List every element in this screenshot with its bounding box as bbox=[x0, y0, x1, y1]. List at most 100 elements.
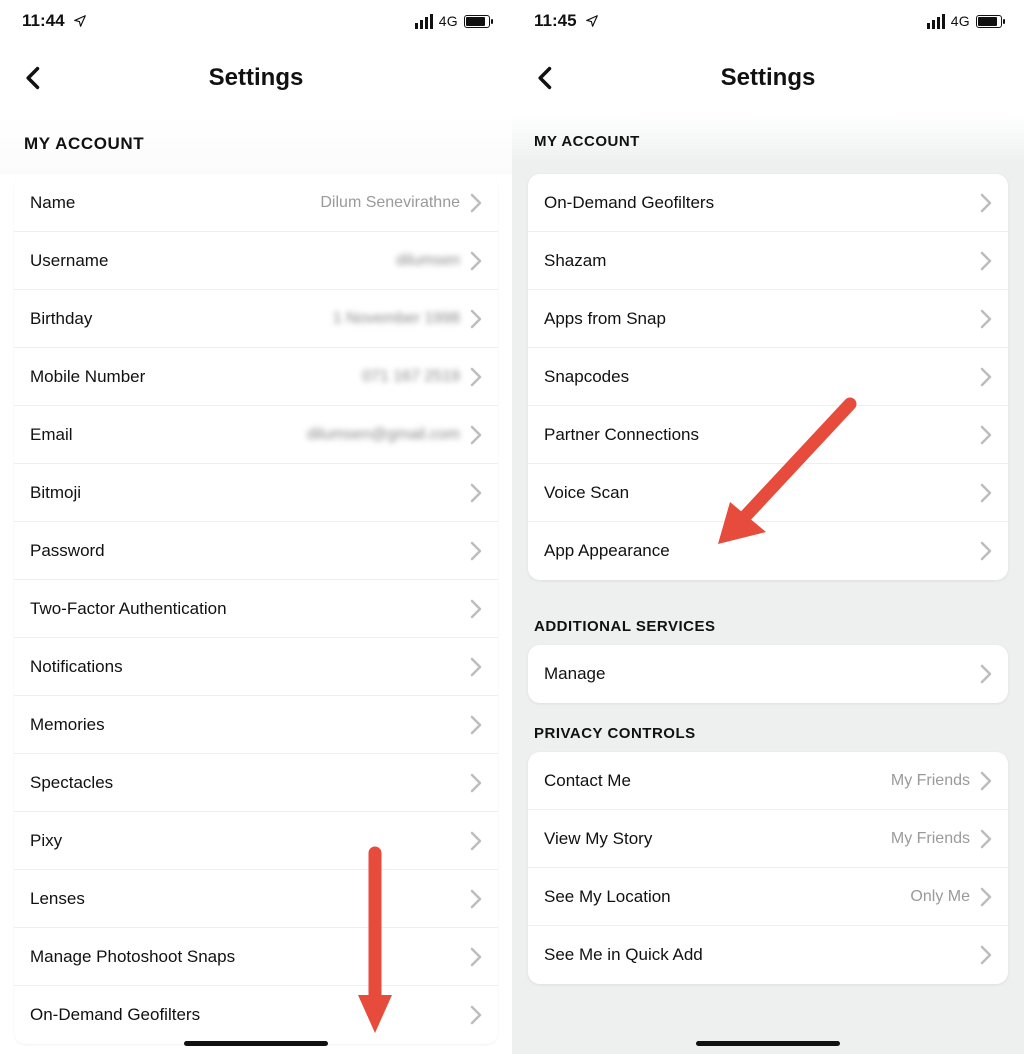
chevron-right-icon bbox=[470, 1005, 482, 1025]
screenshot-right: 11:45 4G Settings MY ACCOUNT On-Demand G… bbox=[512, 0, 1024, 1054]
settings-list: NameDilum SenevirathneUsernamedilumsenBi… bbox=[14, 174, 498, 1044]
settings-row-manage[interactable]: Manage bbox=[528, 645, 1008, 703]
chevron-right-icon bbox=[470, 541, 482, 561]
chevron-right-icon bbox=[980, 251, 992, 271]
battery-icon bbox=[976, 15, 1002, 28]
row-label: Birthday bbox=[30, 309, 92, 329]
signal-strength-icon bbox=[927, 14, 945, 29]
settings-row-spectacles[interactable]: Spectacles bbox=[14, 754, 498, 812]
location-icon bbox=[585, 14, 599, 28]
row-label: Lenses bbox=[30, 889, 85, 909]
row-label: Partner Connections bbox=[544, 425, 699, 445]
settings-row-manage-photoshoot-snaps[interactable]: Manage Photoshoot Snaps bbox=[14, 928, 498, 986]
chevron-right-icon bbox=[470, 425, 482, 445]
settings-row-voice-scan[interactable]: Voice Scan bbox=[528, 464, 1008, 522]
row-label: Notifications bbox=[30, 657, 123, 677]
chevron-right-icon bbox=[980, 945, 992, 965]
settings-row-password[interactable]: Password bbox=[14, 522, 498, 580]
location-icon bbox=[73, 14, 87, 28]
battery-icon bbox=[464, 15, 490, 28]
chevron-right-icon bbox=[470, 947, 482, 967]
row-label: View My Story bbox=[544, 829, 652, 849]
settings-row-apps-from-snap[interactable]: Apps from Snap bbox=[528, 290, 1008, 348]
settings-row-shazam[interactable]: Shazam bbox=[528, 232, 1008, 290]
settings-row-see-me-in-quick-add[interactable]: See Me in Quick Add bbox=[528, 926, 1008, 984]
row-label: On-Demand Geofilters bbox=[30, 1005, 200, 1025]
row-label: Bitmoji bbox=[30, 483, 81, 503]
back-button[interactable] bbox=[532, 64, 560, 92]
row-value: 1 November 1998 bbox=[333, 310, 460, 328]
settings-row-bitmoji[interactable]: Bitmoji bbox=[14, 464, 498, 522]
row-label: Memories bbox=[30, 715, 105, 735]
chevron-right-icon bbox=[980, 309, 992, 329]
chevron-right-icon bbox=[980, 887, 992, 907]
row-label: Password bbox=[30, 541, 105, 561]
row-value: 071 167 2519 bbox=[362, 368, 460, 386]
row-label: Pixy bbox=[30, 831, 62, 851]
chevron-right-icon bbox=[980, 367, 992, 387]
settings-row-app-appearance[interactable]: App Appearance bbox=[528, 522, 1008, 580]
row-value: dilumsen bbox=[396, 252, 460, 270]
row-label: Manage Photoshoot Snaps bbox=[30, 947, 235, 967]
row-label: Manage bbox=[544, 664, 605, 684]
settings-row-see-my-location[interactable]: See My LocationOnly Me bbox=[528, 868, 1008, 926]
row-label: See My Location bbox=[544, 887, 671, 907]
settings-row-notifications[interactable]: Notifications bbox=[14, 638, 498, 696]
row-label: Mobile Number bbox=[30, 367, 145, 387]
row-value: My Friends bbox=[891, 772, 970, 790]
home-indicator bbox=[696, 1041, 840, 1046]
row-label: Name bbox=[30, 193, 75, 213]
chevron-right-icon bbox=[470, 831, 482, 851]
settings-row-partner-connections[interactable]: Partner Connections bbox=[528, 406, 1008, 464]
network-label: 4G bbox=[951, 13, 970, 29]
row-label: Voice Scan bbox=[544, 483, 629, 503]
row-label: Email bbox=[30, 425, 73, 445]
status-bar: 11:45 4G bbox=[512, 0, 1024, 42]
settings-row-contact-me[interactable]: Contact MeMy Friends bbox=[528, 752, 1008, 810]
chevron-right-icon bbox=[470, 657, 482, 677]
screenshot-left: 11:44 4G Settings MY ACCOUNT NameDilum S… bbox=[0, 0, 512, 1054]
row-label: Two-Factor Authentication bbox=[30, 599, 227, 619]
settings-row-birthday[interactable]: Birthday 1 November 1998 bbox=[14, 290, 498, 348]
settings-list-account: On-Demand Geofilters Shazam Apps from Snap… bbox=[528, 174, 1008, 580]
settings-row-pixy[interactable]: Pixy bbox=[14, 812, 498, 870]
settings-row-username[interactable]: Usernamedilumsen bbox=[14, 232, 498, 290]
page-title: Settings bbox=[721, 64, 816, 92]
settings-row-on-demand-geofilters[interactable]: On-Demand Geofilters bbox=[528, 174, 1008, 232]
section-header-privacy: PRIVACY CONTROLS bbox=[512, 703, 1024, 752]
settings-row-memories[interactable]: Memories bbox=[14, 696, 498, 754]
network-label: 4G bbox=[439, 13, 458, 29]
chevron-right-icon bbox=[980, 193, 992, 213]
chevron-right-icon bbox=[980, 483, 992, 503]
row-label: App Appearance bbox=[544, 541, 670, 561]
row-value: dilumsen@gmail.com bbox=[307, 426, 460, 444]
row-value: My Friends bbox=[891, 830, 970, 848]
chevron-right-icon bbox=[470, 889, 482, 909]
back-button[interactable] bbox=[20, 64, 48, 92]
settings-row-mobile-number[interactable]: Mobile Number 071 167 2519 bbox=[14, 348, 498, 406]
settings-row-on-demand-geofilters[interactable]: On-Demand Geofilters bbox=[14, 986, 498, 1044]
row-label: Snapcodes bbox=[544, 367, 629, 387]
nav-bar: Settings bbox=[0, 42, 512, 114]
status-bar: 11:44 4G bbox=[0, 0, 512, 42]
row-label: On-Demand Geofilters bbox=[544, 193, 714, 213]
settings-row-snapcodes[interactable]: Snapcodes bbox=[528, 348, 1008, 406]
section-header-my-account: MY ACCOUNT bbox=[0, 114, 512, 174]
row-label: Apps from Snap bbox=[544, 309, 666, 329]
chevron-right-icon bbox=[470, 599, 482, 619]
chevron-right-icon bbox=[980, 425, 992, 445]
chevron-right-icon bbox=[470, 483, 482, 503]
chevron-right-icon bbox=[980, 664, 992, 684]
chevron-right-icon bbox=[980, 829, 992, 849]
settings-row-two-factor-authentication[interactable]: Two-Factor Authentication bbox=[14, 580, 498, 638]
row-label: Spectacles bbox=[30, 773, 113, 793]
page-title: Settings bbox=[209, 64, 304, 92]
settings-row-view-my-story[interactable]: View My Story My Friends bbox=[528, 810, 1008, 868]
chevron-right-icon bbox=[470, 251, 482, 271]
chevron-right-icon bbox=[470, 773, 482, 793]
settings-row-email[interactable]: Email dilumsen@gmail.com bbox=[14, 406, 498, 464]
settings-row-name[interactable]: NameDilum Senevirathne bbox=[14, 174, 498, 232]
settings-row-lenses[interactable]: Lenses bbox=[14, 870, 498, 928]
chevron-right-icon bbox=[470, 193, 482, 213]
chevron-right-icon bbox=[470, 309, 482, 329]
